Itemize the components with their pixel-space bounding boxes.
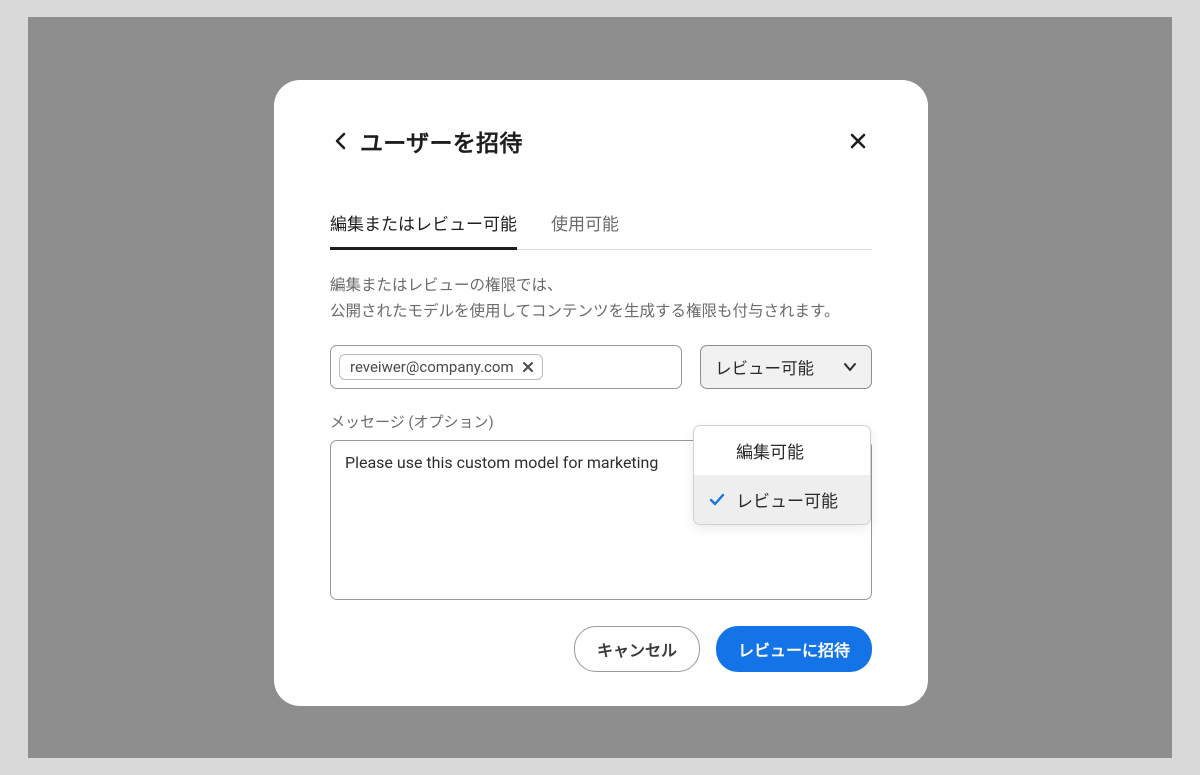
permission-dropdown-menu: 編集可能 レビュー可能 (693, 425, 871, 525)
back-button[interactable] (330, 127, 350, 155)
tab-edit-or-review[interactable]: 編集またはレビュー可能 (330, 210, 517, 249)
permission-option-edit[interactable]: 編集可能 (694, 426, 870, 475)
close-icon (849, 132, 867, 150)
close-icon (522, 361, 534, 373)
tab-label: 使用可能 (551, 215, 619, 235)
permission-option-label: レビュー可能 (736, 487, 838, 512)
email-row: reveiwer@company.com レビュー可能 (330, 345, 872, 389)
dialog-title: ユーザーを招待 (360, 124, 523, 158)
dialog-header: ユーザーを招待 (330, 124, 872, 158)
permission-option-label: 編集可能 (736, 438, 804, 463)
permission-select-label: レビュー可能 (715, 355, 814, 379)
tabs: 編集またはレビュー可能 使用可能 (330, 210, 872, 250)
title-wrap: ユーザーを招待 (330, 124, 523, 158)
dialog-footer: キャンセル レビューに招待 (330, 626, 872, 672)
invite-users-dialog: ユーザーを招待 編集またはレビュー可能 使用可能 編集またはレビューの権限では、… (274, 80, 928, 706)
email-input[interactable]: reveiwer@company.com (330, 345, 682, 389)
permission-select[interactable]: レビュー可能 (700, 345, 872, 389)
tab-can-use[interactable]: 使用可能 (551, 210, 619, 249)
cancel-button[interactable]: キャンセル (574, 626, 700, 672)
invite-button[interactable]: レビューに招待 (716, 626, 872, 672)
permission-description: 編集またはレビューの権限では、公開されたモデルを使用してコンテンツを生成する権限… (330, 272, 872, 325)
check-icon (708, 493, 726, 507)
chevron-down-icon (843, 362, 857, 372)
email-chip: reveiwer@company.com (339, 354, 543, 380)
tab-label: 編集またはレビュー可能 (330, 215, 517, 235)
close-button[interactable] (844, 127, 872, 155)
email-chip-text: reveiwer@company.com (350, 358, 514, 376)
permission-option-review[interactable]: レビュー可能 (694, 475, 870, 524)
chevron-left-icon (335, 132, 346, 150)
remove-chip-button[interactable] (522, 361, 534, 373)
